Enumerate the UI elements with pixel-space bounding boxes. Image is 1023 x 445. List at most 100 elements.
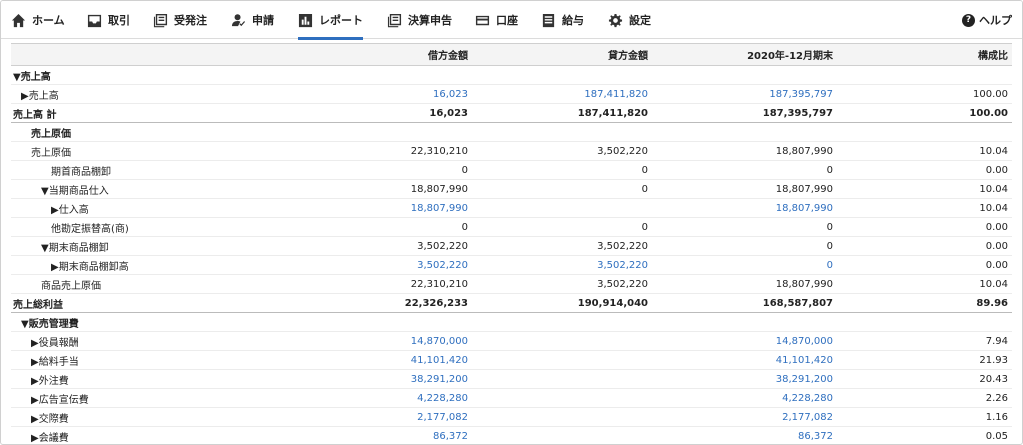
account-name-cell[interactable]: ▶売上高 [11,84,292,104]
account-name-cell[interactable]: ▼売上高 [11,65,292,85]
credit-cell [472,122,652,142]
debit-cell: 16,023 [292,103,472,123]
credit-cell[interactable] [472,331,652,351]
period-balance-cell[interactable]: 41,101,420 [652,350,837,370]
account-name-cell[interactable]: ▶給料手当 [11,350,292,370]
debit-cell[interactable]: 3,502,220 [292,255,472,275]
table-row: ▶広告宣伝費 4,228,280 4,228,280 2.26 [11,388,1012,408]
debit-cell[interactable]: 2,177,082 [292,407,472,427]
credit-cell [472,312,652,332]
credit-cell: 0 [472,179,652,199]
debit-cell[interactable]: 14,870,000 [292,331,472,351]
credit-cell[interactable] [472,369,652,389]
credit-cell: 3,502,220 [472,141,652,161]
debit-cell[interactable]: 18,807,990 [292,198,472,218]
ratio-cell: 10.04 [837,274,1012,294]
credit-cell[interactable]: 3,502,220 [472,255,652,275]
table-row: 売上高 計 16,023 187,411,820 187,395,797 100.00 [11,103,1012,123]
nav-label: 決算申告 [408,14,452,27]
credit-cell[interactable] [472,198,652,218]
nav-item-payroll[interactable]: 給与 [541,1,584,39]
debit-cell[interactable]: 86,372 [292,426,472,444]
credit-card-icon [475,15,490,25]
ratio-cell: 100.00 [837,103,1012,123]
nav-item-settings[interactable]: 設定 [608,1,651,39]
debit-cell[interactable]: 16,023 [292,84,472,104]
ratio-cell: 7.94 [837,331,1012,351]
account-name-cell[interactable]: ▶広告宣伝費 [11,388,292,408]
table-row: ▶役員報酬 14,870,000 14,870,000 7.94 [11,331,1012,351]
ratio-cell: 0.00 [837,160,1012,180]
credit-cell[interactable]: 187,411,820 [472,84,652,104]
header-account [11,43,292,66]
header-credit[interactable]: 貸方金額 [472,43,652,66]
debit-cell[interactable]: 4,228,280 [292,388,472,408]
nav-item-orders[interactable]: 受発注 [153,1,207,39]
credit-cell[interactable] [472,388,652,408]
credit-cell[interactable] [472,407,652,427]
period-balance-cell[interactable]: 86,372 [652,426,837,444]
nav-item-transactions[interactable]: 取引 [87,1,130,39]
debit-cell: 22,310,210 [292,274,472,294]
debit-cell[interactable]: 41,101,420 [292,350,472,370]
account-name-cell[interactable]: ▶外注費 [11,369,292,389]
nav-item-reports[interactable]: レポート [298,1,363,40]
table-body: ▼売上高 ▶売上高 16,023 187,411,820 187,395,797 100.… [11,65,1012,444]
nav-item-home[interactable]: ホーム [11,1,65,39]
header-period[interactable]: 2020年-12月期末 [652,43,837,66]
nav-item-requests[interactable]: 申請 [231,1,274,39]
period-balance-cell [652,65,837,85]
nav-item-tax-filing[interactable]: 決算申告 [387,1,452,39]
table-row: ▶会議費 86,372 86,372 0.05 [11,426,1012,444]
account-name-cell: 期首商品棚卸 [11,160,292,180]
account-name-cell[interactable]: ▼販売管理費 [11,312,292,332]
period-balance-cell: 0 [652,217,837,237]
nav-label: 設定 [629,14,651,27]
report-table-container: 借方金額 貸方金額 2020年-12月期末 構成比 ▼売上高 ▶売上高 16,023… [11,43,1012,444]
period-balance-cell [652,122,837,142]
help-icon: ? [962,13,975,27]
account-name-cell[interactable]: ▶会議費 [11,426,292,444]
header-ratio[interactable]: 構成比 [837,43,1012,66]
header-debit[interactable]: 借方金額 [292,43,472,66]
credit-cell[interactable] [472,350,652,370]
period-balance-cell: 187,395,797 [652,103,837,123]
profit-loss-table: 借方金額 貸方金額 2020年-12月期末 構成比 ▼売上高 ▶売上高 16,023… [11,43,1012,444]
table-row: 売上総利益 22,326,233 190,914,040 168,587,807 89.… [11,293,1012,313]
period-balance-cell[interactable]: 14,870,000 [652,331,837,351]
period-balance-cell: 18,807,990 [652,141,837,161]
debit-cell [292,65,472,85]
period-balance-cell[interactable]: 2,177,082 [652,407,837,427]
table-row: ▶交際費 2,177,082 2,177,082 1.16 [11,407,1012,427]
help-link[interactable]: ? ヘルプ [962,1,1012,39]
table-row: ▶給料手当 41,101,420 41,101,420 21.93 [11,350,1012,370]
credit-cell: 3,502,220 [472,274,652,294]
credit-cell[interactable] [472,426,652,444]
account-name-cell[interactable]: ▶交際費 [11,407,292,427]
nav-label: レポート [319,14,363,27]
table-row: ▼売上高 [11,65,1012,85]
debit-cell[interactable]: 38,291,200 [292,369,472,389]
account-name-cell: 売上高 計 [11,103,292,123]
list-icon [542,13,555,27]
account-name-cell[interactable]: ▶期末商品棚卸高 [11,255,292,275]
account-name-cell[interactable]: ▼期末商品棚卸 [11,236,292,256]
table-header-row: 借方金額 貸方金額 2020年-12月期末 構成比 [11,43,1012,66]
period-balance-cell[interactable]: 38,291,200 [652,369,837,389]
account-name-cell[interactable]: ▼当期商品仕入 [11,179,292,199]
debit-cell: 0 [292,160,472,180]
account-name-cell[interactable]: ▶役員報酬 [11,331,292,351]
ratio-cell: 100.00 [837,84,1012,104]
table-row: 期首商品棚卸 0 0 0 0.00 [11,160,1012,180]
account-name-cell[interactable]: ▶仕入高 [11,198,292,218]
period-balance-cell[interactable]: 0 [652,255,837,275]
period-balance-cell[interactable]: 187,395,797 [652,84,837,104]
debit-cell: 3,502,220 [292,236,472,256]
period-balance-cell: 168,587,807 [652,293,837,313]
period-balance-cell[interactable]: 4,228,280 [652,388,837,408]
period-balance-cell[interactable]: 18,807,990 [652,198,837,218]
ratio-cell: 21.93 [837,350,1012,370]
table-row: ▶売上高 16,023 187,411,820 187,395,797 100.00 [11,84,1012,104]
nav-item-accounts[interactable]: 口座 [475,1,518,39]
nav-label: 申請 [252,14,274,27]
